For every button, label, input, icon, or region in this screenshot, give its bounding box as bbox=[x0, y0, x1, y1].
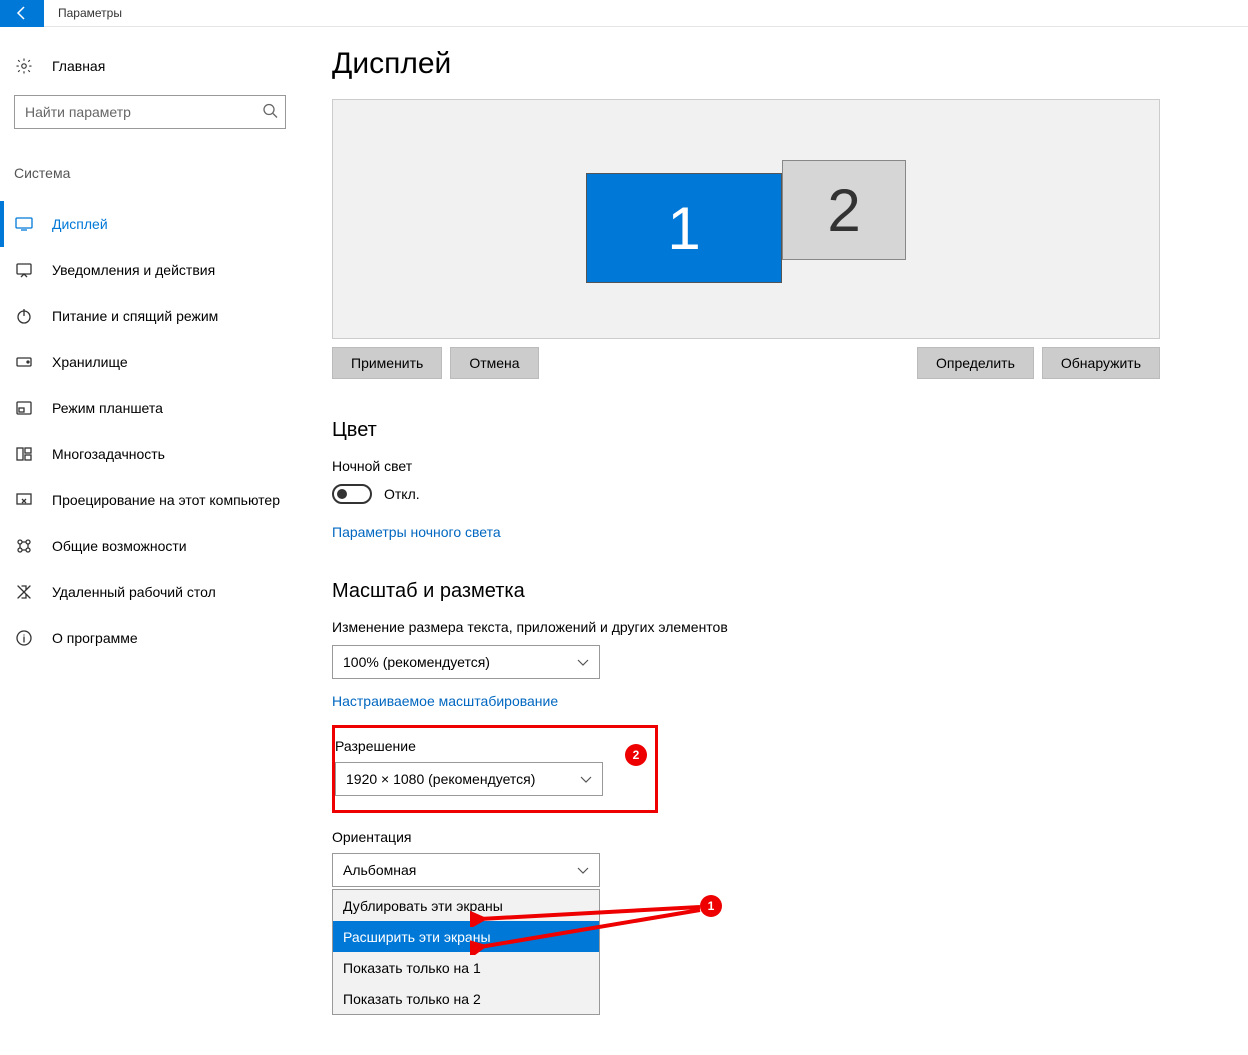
arrow-left-icon bbox=[14, 5, 30, 21]
option-show-only-2[interactable]: Показать только на 2 bbox=[333, 983, 599, 1014]
sidebar-item-tablet[interactable]: Режим планшета bbox=[0, 385, 286, 431]
sidebar-item-label: Многозадачность bbox=[52, 446, 165, 462]
power-icon bbox=[14, 308, 34, 324]
multitask-icon bbox=[14, 447, 34, 461]
main-content: Дисплей 1 2 Применить Отмена Определить … bbox=[300, 27, 1248, 1055]
sidebar-item-multitask[interactable]: Многозадачность bbox=[0, 431, 286, 477]
section-color-heading: Цвет bbox=[332, 419, 1208, 442]
shared-icon bbox=[14, 538, 34, 554]
search-input[interactable] bbox=[14, 95, 286, 129]
night-light-label: Ночной свет bbox=[332, 458, 1208, 474]
monitor-1[interactable]: 1 bbox=[586, 173, 782, 283]
sidebar-item-label: О программе bbox=[52, 630, 138, 646]
search-icon bbox=[262, 103, 278, 122]
custom-scaling-link[interactable]: Настраиваемое масштабирование bbox=[332, 693, 1208, 709]
back-button[interactable] bbox=[0, 0, 44, 27]
sidebar-item-about[interactable]: О программе bbox=[0, 615, 286, 661]
annotation-resolution-box: 2 Разрешение 1920 × 1080 (рекомендуется) bbox=[332, 725, 658, 813]
sidebar-item-notifications[interactable]: Уведомления и действия bbox=[0, 247, 286, 293]
sidebar-item-label: Хранилище bbox=[52, 354, 128, 370]
sidebar-group-title: Система bbox=[14, 165, 286, 181]
apply-button[interactable]: Применить bbox=[332, 347, 442, 379]
chevron-down-icon bbox=[577, 862, 589, 878]
annotation-badge-2: 2 bbox=[625, 744, 647, 766]
multiple-displays-dropdown: Дублировать эти экраны Расширить эти экр… bbox=[332, 889, 600, 1015]
orientation-label: Ориентация bbox=[332, 829, 1208, 845]
orientation-combobox[interactable]: Альбомная bbox=[332, 853, 600, 887]
section-scale-heading: Масштаб и разметка bbox=[332, 580, 1208, 603]
monitor-2[interactable]: 2 bbox=[782, 160, 906, 260]
scale-combobox[interactable]: 100% (рекомендуется) bbox=[332, 645, 600, 679]
identify-button[interactable]: Определить bbox=[917, 347, 1034, 379]
sidebar-item-label: Удаленный рабочий стол bbox=[52, 584, 216, 600]
sidebar-home[interactable]: Главная bbox=[14, 57, 286, 75]
night-light-state: Откл. bbox=[384, 486, 420, 502]
gear-icon bbox=[14, 57, 34, 75]
display-arrangement-area[interactable]: 1 2 bbox=[332, 99, 1160, 339]
sidebar-item-label: Уведомления и действия bbox=[52, 262, 215, 278]
sidebar-item-storage[interactable]: Хранилище bbox=[0, 339, 286, 385]
sidebar-item-display[interactable]: Дисплей bbox=[0, 201, 286, 247]
sidebar-item-label: Дисплей bbox=[52, 216, 108, 232]
detect-button[interactable]: Обнаружить bbox=[1042, 347, 1160, 379]
remote-icon bbox=[14, 584, 34, 600]
notifications-icon bbox=[14, 262, 34, 278]
sidebar-item-projecting[interactable]: Проецирование на этот компьютер bbox=[0, 477, 286, 523]
display-icon bbox=[14, 217, 34, 231]
projecting-icon bbox=[14, 493, 34, 507]
resolution-combobox[interactable]: 1920 × 1080 (рекомендуется) bbox=[335, 762, 603, 796]
tablet-icon bbox=[14, 401, 34, 415]
orientation-value: Альбомная bbox=[343, 862, 416, 878]
sidebar-item-power[interactable]: Питание и спящий режим bbox=[0, 293, 286, 339]
night-light-toggle[interactable] bbox=[332, 484, 372, 504]
cancel-button[interactable]: Отмена bbox=[450, 347, 538, 379]
chevron-down-icon bbox=[577, 654, 589, 670]
night-light-settings-link[interactable]: Параметры ночного света bbox=[332, 524, 1208, 540]
info-icon bbox=[14, 630, 34, 646]
sidebar-item-remote[interactable]: Удаленный рабочий стол bbox=[0, 569, 286, 615]
sidebar-item-label: Общие возможности bbox=[52, 538, 187, 554]
sidebar-item-label: Режим планшета bbox=[52, 400, 163, 416]
scale-value: 100% (рекомендуется) bbox=[343, 654, 490, 670]
page-heading: Дисплей bbox=[332, 47, 1208, 81]
option-duplicate[interactable]: Дублировать эти экраны bbox=[333, 890, 599, 921]
annotation-badge-1: 1 bbox=[700, 895, 722, 917]
chevron-down-icon bbox=[580, 771, 592, 787]
scale-label: Изменение размера текста, приложений и д… bbox=[332, 619, 1208, 635]
storage-icon bbox=[14, 357, 34, 367]
resolution-label: Разрешение bbox=[335, 738, 641, 754]
sidebar-item-label: Питание и спящий режим bbox=[52, 308, 218, 324]
app-title: Параметры bbox=[44, 6, 122, 20]
option-show-only-1[interactable]: Показать только на 1 bbox=[333, 952, 599, 983]
sidebar-item-shared[interactable]: Общие возможности bbox=[0, 523, 286, 569]
sidebar-item-label: Проецирование на этот компьютер bbox=[52, 492, 280, 508]
sidebar: Главная Система Дисплей Уведомления и де… bbox=[0, 27, 300, 1055]
option-extend[interactable]: Расширить эти экраны bbox=[333, 921, 599, 952]
sidebar-home-label: Главная bbox=[52, 58, 105, 74]
resolution-value: 1920 × 1080 (рекомендуется) bbox=[346, 771, 535, 787]
